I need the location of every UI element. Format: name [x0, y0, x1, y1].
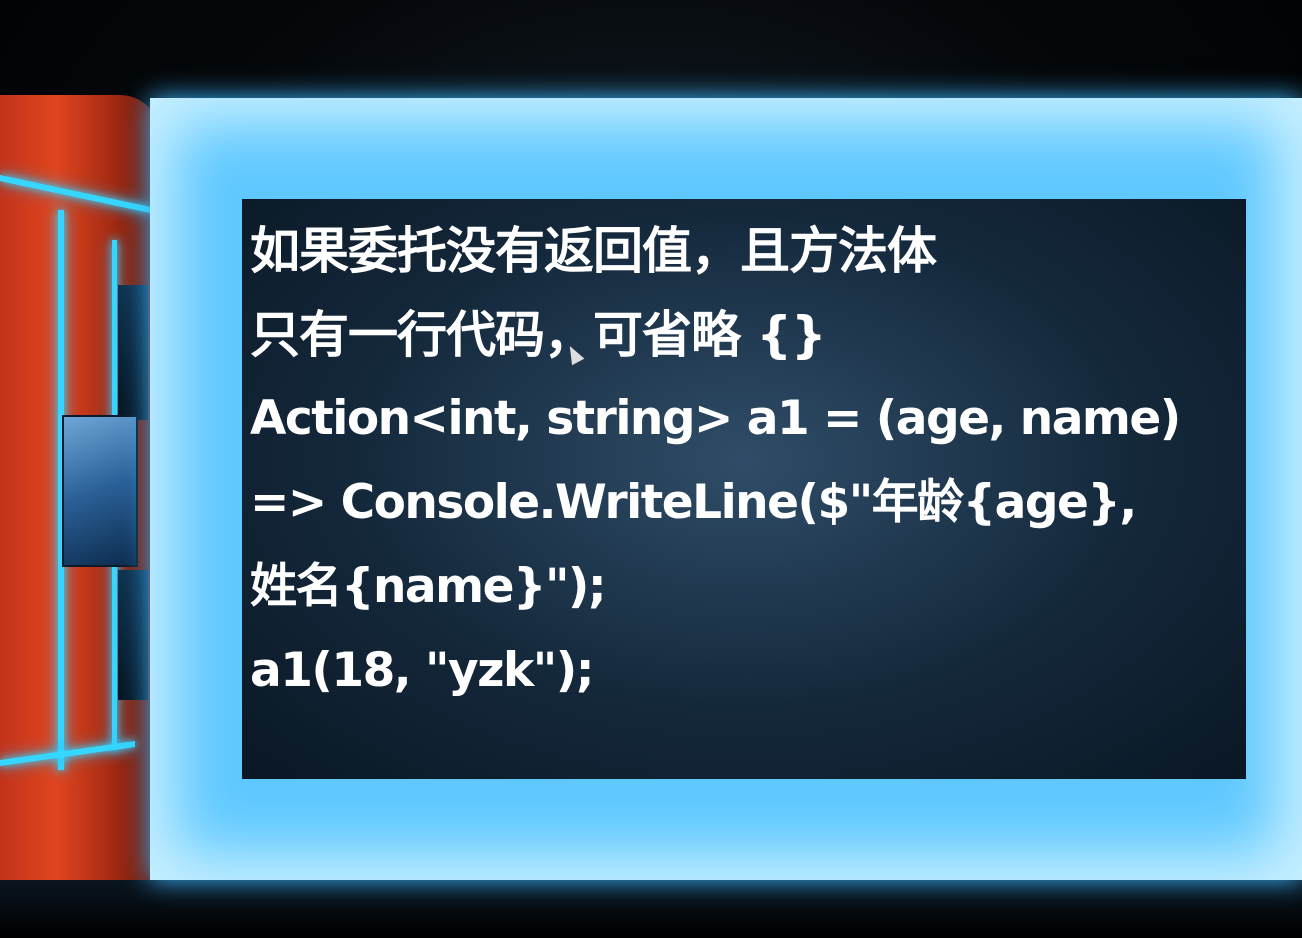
slide-text-line: 如果委托没有返回值，且方法体 [250, 222, 937, 280]
set-panel [118, 285, 148, 420]
side-monitor [62, 415, 138, 567]
slide: 如果委托没有返回值，且方法体 只有一行代码，可省略 {} Action<int,… [242, 199, 1246, 779]
set-panel [118, 570, 148, 700]
slide-code-line: => Console.WriteLine($"年龄{age}, [250, 475, 1137, 530]
slide-code-line: Action<int, string> a1 = (age, name) [250, 391, 1181, 446]
stage-floor [0, 880, 1302, 938]
studio-stage: 如果委托没有返回值，且方法体 只有一行代码，可省略 {} Action<int,… [0, 0, 1302, 938]
slide-text-line: 只有一行代码，可省略 {} [250, 306, 827, 364]
slide-code-line: a1(18, "yzk"); [250, 643, 595, 698]
slide-code-line: 姓名{name}"); [250, 559, 607, 614]
